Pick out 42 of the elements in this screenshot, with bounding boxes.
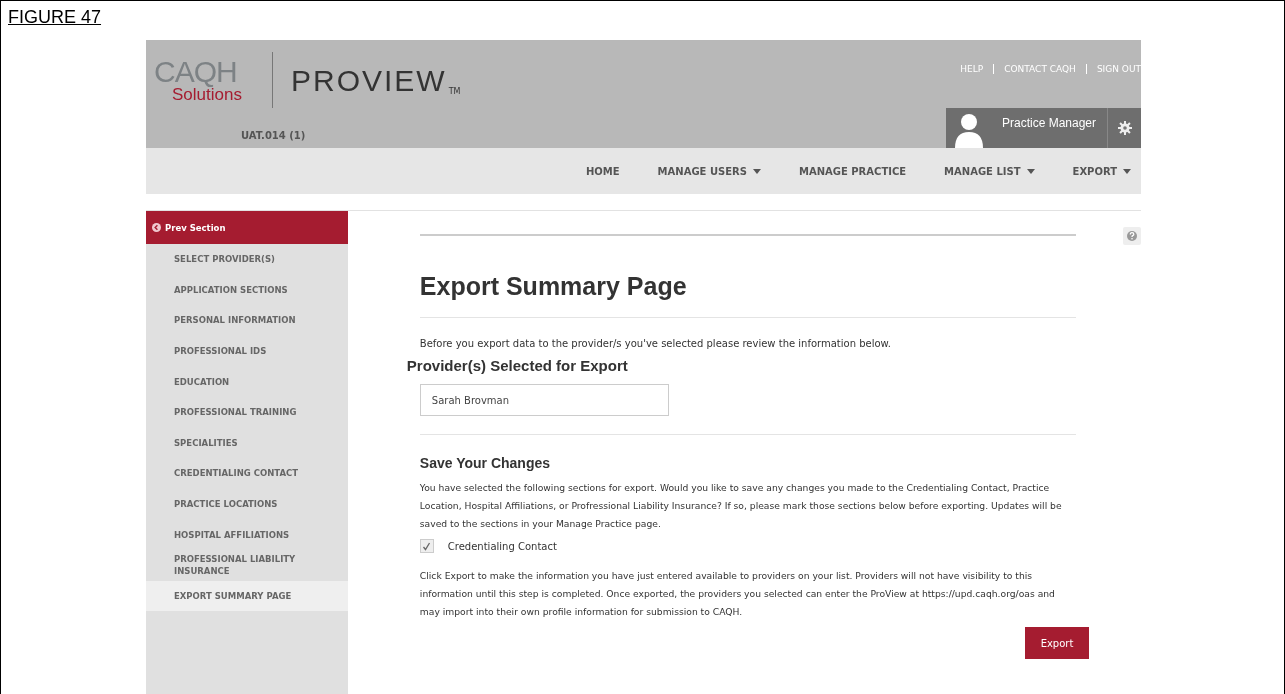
back-arrow-icon [152, 223, 161, 232]
figure-label: FIGURE 47 [8, 7, 102, 28]
nav-link[interactable]: HOME [585, 165, 620, 177]
checkbox[interactable] [419, 539, 434, 553]
logo-subtext: Solutions [172, 86, 243, 104]
nav-link[interactable]: MANAGE USERS [657, 165, 761, 177]
logo-text: CAQH [154, 58, 238, 86]
sidebar-item[interactable]: PROFESSIONAL LIABILITY INSURANCE [146, 549, 348, 581]
caret-icon [1026, 168, 1035, 174]
trademark-mark: TM [448, 87, 461, 96]
sidebar-item[interactable]: EDUCATION [146, 366, 348, 397]
section-heading: Save Your Changes [419, 455, 552, 471]
sidebar-item[interactable]: PROFESSIONAL IDS [146, 335, 348, 367]
environment-label: UAT.014 (1) [241, 130, 306, 141]
caret-icon [1123, 168, 1131, 174]
user-name: Practice Manager [1001, 115, 1098, 130]
export-button[interactable]: Export [1025, 627, 1089, 659]
nav-link[interactable]: MANAGE LIST [944, 165, 1035, 177]
nav-link[interactable]: EXPORT [1072, 165, 1131, 177]
page-title: Export Summary Page [419, 272, 688, 301]
nav-link[interactable]: MANAGE PRACTICE [798, 165, 907, 177]
avatar-icon [954, 112, 984, 148]
sidebar-item[interactable]: PROFESSIONAL TRAINING [146, 396, 348, 428]
export-description: Click Export to make the information you have just entered available to providers on your list. Providers will not have visibility to this information until this step is completed. Once exported, the providers you selected can enter the ProView at https://upd.caqh.org/oas and may import into their own profile information for submission to CAQH. [419, 569, 1056, 619]
sidebar-item[interactable]: EXPORT SUMMARY PAGE [146, 580, 348, 612]
sidebar-item[interactable]: SPECIALITIES [146, 427, 348, 459]
section-heading: Provider(s) Selected for Export [406, 357, 629, 374]
sidebar-item[interactable]: HOSPITAL AFFILIATIONS [146, 519, 348, 550]
prev-section-button[interactable]: Prev Section [146, 211, 348, 244]
sidebar-item[interactable]: SELECT PROVIDER(S) [146, 244, 348, 275]
sidebar-item[interactable]: PRACTICE LOCATIONS [146, 488, 348, 520]
save-description: You have selected the following sections for export. Would you like to save any changes you made to the Credentialing Contact, Practice Location, Hospital Affiliations, or Profressional Liability Insurance? If so, please mark those sections below before exporting. Updates will be saved to the sections in your Manage Practice page. [419, 481, 1063, 531]
sidebar-item[interactable]: PERSONAL INFORMATION [146, 305, 348, 336]
sidebar-item[interactable]: APPLICATION SECTIONS [146, 274, 348, 306]
sidebar-item[interactable]: CREDENTIALING CONTACT [146, 458, 348, 489]
help-icon[interactable] [1123, 227, 1141, 245]
checkbox-label: Credentialing Contact [447, 540, 557, 552]
settings-icon[interactable] [1117, 121, 1132, 135]
provider-field[interactable]: Sarah Brovman [419, 384, 669, 416]
product-name: PROVIEW [291, 66, 447, 96]
caret-icon [752, 168, 761, 174]
intro-text: Before you export data to the provider/s you've selected please review the information below. [419, 338, 893, 349]
